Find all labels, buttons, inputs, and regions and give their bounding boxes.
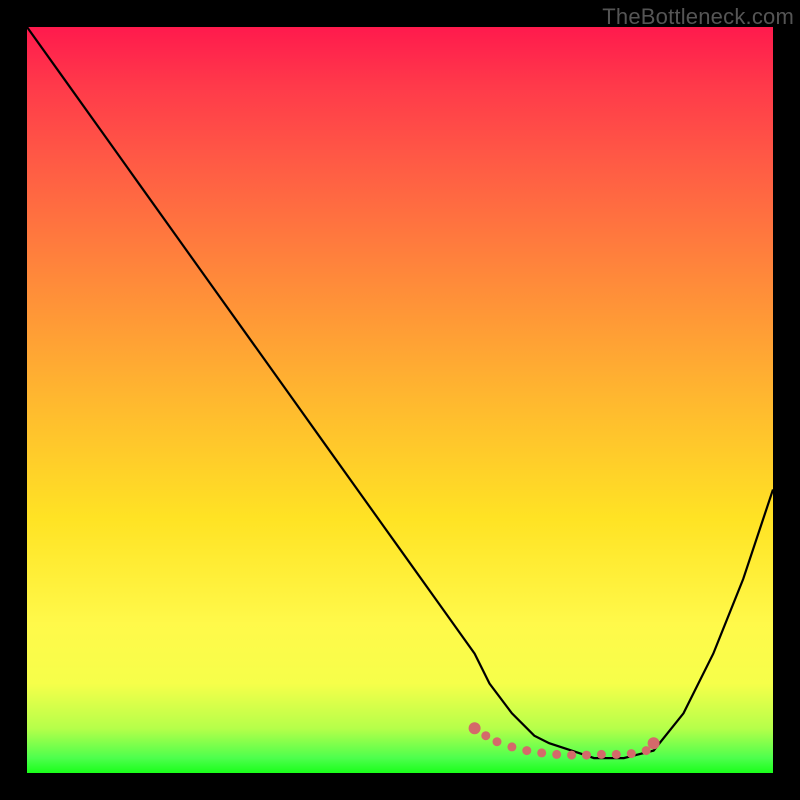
- highlight-dots: [469, 722, 660, 759]
- highlight-dot: [627, 749, 636, 758]
- highlight-dot: [642, 746, 651, 755]
- curve-path: [27, 27, 773, 758]
- chart-frame: TheBottleneck.com: [0, 0, 800, 800]
- highlight-dot: [597, 750, 606, 759]
- highlight-dot: [481, 731, 490, 740]
- bottleneck-curve: [27, 27, 773, 773]
- watermark-text: TheBottleneck.com: [602, 4, 794, 30]
- highlight-dot: [648, 737, 660, 749]
- highlight-dot: [552, 750, 561, 759]
- highlight-dot: [567, 751, 576, 760]
- highlight-dot: [469, 722, 481, 734]
- highlight-dot: [582, 751, 591, 760]
- plot-area: [27, 27, 773, 773]
- highlight-dot: [493, 737, 502, 746]
- highlight-dot: [507, 742, 516, 751]
- highlight-dot: [522, 746, 531, 755]
- highlight-dot: [537, 748, 546, 757]
- highlight-dot: [612, 750, 621, 759]
